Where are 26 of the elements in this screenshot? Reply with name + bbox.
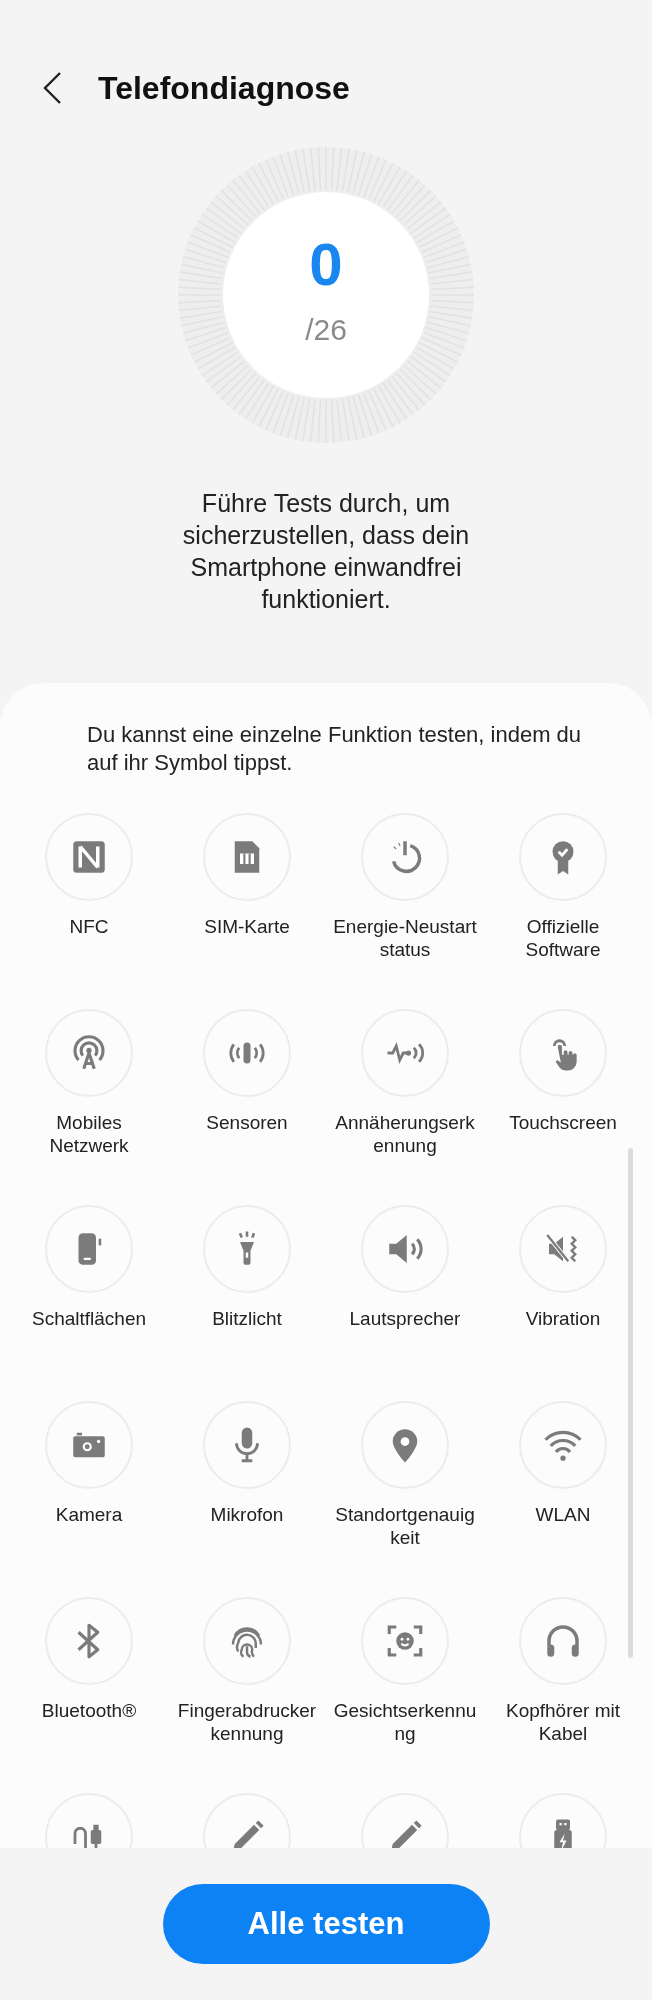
test-label: Kamera bbox=[55, 1503, 123, 1526]
test-label: Lautsprecher bbox=[349, 1307, 461, 1330]
test-label: Vibration bbox=[525, 1307, 601, 1330]
hint-text: Du kannst eine einzelne Funktion testen, indem du auf ihr Symbol tippst. bbox=[86, 721, 583, 777]
page-title: Telefondiagnose bbox=[98, 69, 350, 107]
test-label: Mobiles Netzwerk bbox=[49, 1111, 129, 1157]
test-label: WLAN bbox=[535, 1503, 591, 1526]
test-label: NFC bbox=[69, 915, 109, 938]
test-label: Annäherungserk ennung bbox=[335, 1111, 475, 1157]
test-label: SIM-Karte bbox=[204, 915, 290, 938]
test-label: Schaltflächen bbox=[31, 1307, 147, 1330]
test-label: Blitzlicht bbox=[212, 1307, 282, 1330]
test-label: Fingerabdrucker kennung bbox=[177, 1699, 317, 1745]
test-label: Energie-Neustart status bbox=[333, 915, 477, 961]
test-label: Offizielle Software bbox=[525, 915, 601, 961]
test-label: Touchscreen bbox=[509, 1111, 617, 1134]
test-count: 0 bbox=[309, 235, 343, 295]
test-label: Bluetooth® bbox=[41, 1699, 137, 1722]
test-label: Mikrofon bbox=[210, 1503, 284, 1526]
test-label: Standortgenauig keit bbox=[335, 1503, 475, 1549]
test-label: Kopfhörer mit Kabel bbox=[505, 1699, 620, 1745]
test-all-button[interactable]: Alle testen bbox=[162, 1884, 490, 1964]
description-text: Führe Tests durch, um sicherzustellen, dass dein Smartphone einwandfrei funktioniert. bbox=[181, 488, 471, 615]
test-label: Gesichtserkennu ng bbox=[333, 1699, 477, 1745]
test-total: /26 bbox=[305, 313, 347, 347]
test-label: Sensoren bbox=[206, 1111, 288, 1134]
